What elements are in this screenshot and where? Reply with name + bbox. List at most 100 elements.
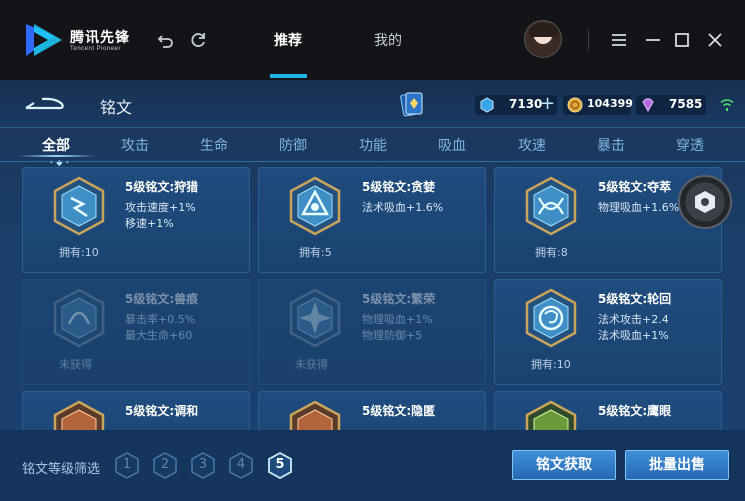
inscription-attr: 法术攻击+2.4 [598, 313, 669, 326]
maximize-icon[interactable] [672, 30, 692, 50]
level-filter-3[interactable]: 3 [191, 452, 215, 479]
inscription-name: 5级铭文:贪婪 [362, 180, 436, 194]
level-filter-5[interactable]: 5 [268, 452, 292, 479]
minimize-icon[interactable] [643, 30, 663, 50]
inscription-row-partial: 5级铭文:调和 5级铭文:隐匿 5级铭文:鹰眼 [0, 388, 745, 430]
inscription-attr: 移速+1% [125, 217, 174, 230]
level-number: 1 [122, 457, 132, 472]
signal-icon [720, 99, 734, 111]
inscription-attr: 暴击率+0.5% [125, 313, 196, 326]
tab-all[interactable]: 全部 [32, 135, 80, 155]
inscription-attr: 物理防御+5 [362, 329, 423, 342]
inscription-attr: 法术吸血+1.6% [362, 201, 444, 214]
bottom-toolbar: 铭文等级筛选 1 2 3 4 5 铭文获取 批量出售 [0, 430, 745, 501]
inscription-owned-count: 拥有:8 [535, 246, 568, 259]
page-title: 铭文 [100, 98, 133, 117]
inscription-attr: 物理吸血+1% [362, 313, 433, 326]
level-number: 3 [198, 457, 208, 472]
inscription-card-samsara[interactable]: 5级铭文:轮回 法术攻击+2.4 法术吸血+1% 拥有:10 [494, 279, 722, 385]
tab-mine[interactable]: 我的 [374, 30, 402, 50]
tab-lifesteal[interactable]: 吸血 [428, 135, 476, 155]
blue-inscription-gem-icon [289, 288, 341, 348]
tab-attack[interactable]: 攻击 [111, 135, 159, 155]
blue-crystal-icon [480, 97, 494, 113]
undo-icon[interactable] [156, 30, 176, 50]
inscription-owned-count: 拥有:5 [299, 246, 332, 259]
avatar[interactable] [524, 20, 562, 58]
inscription-owned-count: 拥有:10 [531, 358, 571, 371]
launcher-topbar: 腾讯先锋 Tencent Pioneer 推荐 我的 [0, 0, 745, 80]
inscription-name: 5级铭文:隐匿 [362, 404, 436, 418]
refresh-icon[interactable] [188, 30, 208, 50]
inscription-attr: 最大生命+60 [125, 329, 193, 342]
inscription-name: 5级铭文:鹰眼 [598, 404, 672, 418]
blue-inscription-gem-icon [525, 288, 577, 348]
tab-crit[interactable]: 暴击 [587, 135, 635, 155]
bulk-sell-button[interactable]: 批量出售 [625, 450, 729, 480]
inscription-card-prosperity[interactable]: 5级铭文:繁荣 物理吸血+1% 物理防御+5 未获得 [258, 279, 486, 385]
level-filter-1[interactable]: 1 [115, 452, 139, 479]
category-tabs: 全部 攻击 生命 防御 功能 吸血 攻速 暴击 穿透 • ◆ • [0, 128, 745, 167]
inscription-attr: 攻击速度+1% [125, 201, 196, 214]
level-number: 4 [236, 457, 246, 472]
logo-subtitle: Tencent Pioneer [70, 46, 121, 52]
close-icon[interactable] [705, 30, 725, 50]
inscription-card-beast[interactable]: 5级铭文:兽痕 暴击率+0.5% 最大生命+60 未获得 [22, 279, 250, 385]
purple-diamond-icon [642, 98, 654, 113]
inscription-name: 5级铭文:兽痕 [125, 292, 199, 306]
add-crystal-button[interactable]: + [540, 94, 555, 114]
tab-utility[interactable]: 功能 [349, 135, 397, 155]
menu-icon[interactable] [609, 30, 629, 50]
blue-inscription-gem-icon [289, 176, 341, 236]
level-filter-4[interactable]: 4 [229, 452, 253, 479]
inscription-header: 铭文 7130 + 104399 7585 [0, 80, 745, 128]
blue-inscription-gem-icon [53, 176, 105, 236]
category-active-dots: • ◆ • [49, 158, 70, 167]
level-number: 5 [275, 457, 285, 472]
inscription-card-stealth[interactable]: 5级铭文:隐匿 [258, 391, 486, 430]
tab-health[interactable]: 生命 [190, 135, 238, 155]
inscription-name: 5级铭文:调和 [125, 404, 199, 418]
hexagon-nut-icon [695, 191, 715, 213]
level-number: 2 [160, 457, 170, 472]
inscription-owned-count: 未获得 [59, 358, 92, 371]
diamond-balance: 7585 [636, 95, 706, 115]
crystal-value: 7130 [509, 97, 543, 111]
inscription-card-greed[interactable]: 5级铭文:贪婪 法术吸血+1.6% 拥有:5 [258, 167, 486, 273]
inscription-name: 5级铭文:狩猎 [125, 180, 199, 194]
level-filter-2[interactable]: 2 [153, 452, 177, 479]
divider [588, 29, 589, 51]
inscription-name: 5级铭文:夺萃 [598, 180, 672, 194]
red-inscription-gem-icon [289, 400, 341, 430]
floating-settings-button[interactable] [678, 175, 732, 229]
inscription-panel: 铭文 7130 + 104399 7585 全部 攻击 生命 防御 功能 吸血 … [0, 80, 745, 501]
inscription-attr: 法术吸血+1% [598, 329, 669, 342]
inscription-owned-count: 未获得 [295, 358, 328, 371]
inscription-card-hawkeye[interactable]: 5级铭文:鹰眼 [494, 391, 722, 430]
inscription-owned-count: 拥有:10 [59, 246, 99, 259]
back-button[interactable] [22, 94, 66, 114]
inscription-card-harmony[interactable]: 5级铭文:调和 [22, 391, 250, 430]
tab-attack-speed[interactable]: 攻速 [508, 135, 556, 155]
inscription-name: 5级铭文:繁荣 [362, 292, 436, 306]
level-filter-label: 铭文等级筛选 [22, 462, 101, 477]
gold-coin-icon [567, 97, 583, 113]
blue-inscription-gem-icon [525, 176, 577, 236]
inscription-card-hunt[interactable]: 5级铭文:狩猎 攻击速度+1% 移速+1% 拥有:10 [22, 167, 250, 273]
category-active-indicator [18, 155, 96, 157]
category-divider [0, 161, 745, 162]
gold-balance: 104399 [563, 95, 633, 115]
diamond-value: 7585 [669, 97, 703, 111]
green-inscription-gem-icon [525, 400, 577, 430]
inscription-deck-icon[interactable] [399, 90, 425, 118]
tab-defense[interactable]: 防御 [269, 135, 317, 155]
inscription-name: 5级铭文:轮回 [598, 292, 672, 306]
tab-recommend[interactable]: 推荐 [274, 30, 302, 50]
tab-penetration[interactable]: 穿透 [666, 135, 714, 155]
red-inscription-gem-icon [53, 400, 105, 430]
gold-value: 104399 [587, 97, 633, 110]
obtain-inscription-button[interactable]: 铭文获取 [512, 450, 616, 480]
blue-inscription-gem-icon [53, 288, 105, 348]
tencent-pioneer-logo-icon [24, 22, 64, 58]
active-tab-indicator [270, 74, 307, 78]
